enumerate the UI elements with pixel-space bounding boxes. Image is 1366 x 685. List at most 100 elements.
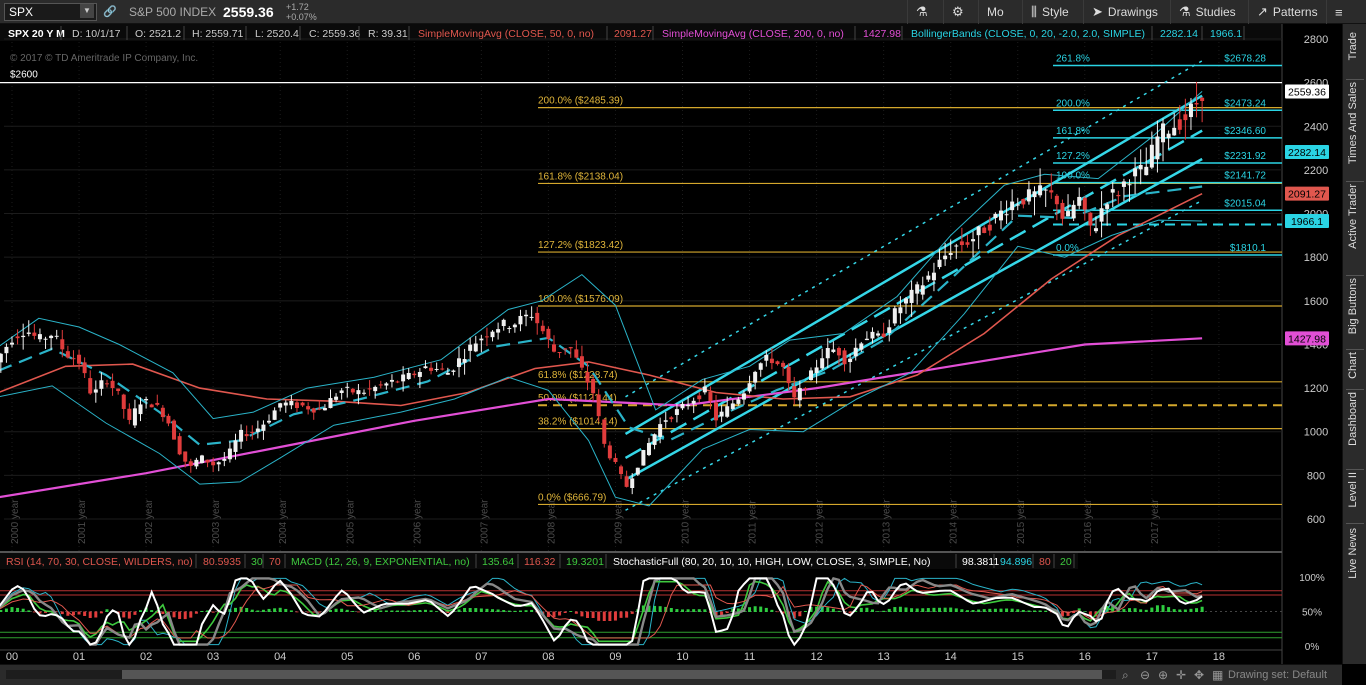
menu-button[interactable]: ≡ [1326, 0, 1343, 24]
macd-bar [105, 609, 109, 612]
symbol-dropdown-icon[interactable]: ▼ [80, 4, 94, 18]
macd-bar [1200, 606, 1204, 612]
sidebar-separator [1346, 389, 1364, 390]
scrollbar-thumb[interactable] [122, 670, 1102, 679]
bar-close: C: 2559.36 [309, 28, 361, 40]
candle-body [71, 358, 76, 360]
zoom-in-icon[interactable]: ⊕ [1158, 668, 1168, 682]
candle-body [1038, 185, 1043, 196]
candle-body [172, 420, 177, 440]
macd-bar [608, 611, 612, 621]
candle-body [574, 349, 579, 358]
x-tick-label: 03 [207, 651, 219, 663]
aggregation-button[interactable]: Mo [978, 0, 1022, 24]
candle-body [630, 478, 635, 488]
candle-body [267, 420, 272, 423]
y-tick-label: 1800 [1304, 252, 1328, 264]
candle-body [188, 461, 193, 466]
magnifier-icon[interactable]: ⌕ [1122, 668, 1129, 683]
candle-body [697, 395, 702, 400]
macd-bar [211, 611, 215, 613]
horizontal-scrollbar[interactable] [6, 670, 1116, 679]
macd-bar [284, 608, 288, 612]
candle-body [255, 428, 260, 432]
price-chart[interactable]: 1999 year2000 year2001 year2002 year2003… [0, 24, 1342, 664]
sidebar-tab-live-news[interactable]: Live News [1343, 528, 1366, 584]
drawings-button[interactable]: ➤ Drawings [1083, 0, 1170, 24]
zoom-out-icon[interactable]: ⊖ [1140, 668, 1150, 682]
x-tick-label: 16 [1079, 651, 1091, 663]
macd-bar [563, 611, 567, 613]
candle-body [758, 363, 763, 370]
candle-body [971, 239, 976, 242]
studies-button[interactable]: ⚗ Studies [1170, 0, 1248, 24]
macd-bar [703, 609, 707, 612]
candle-body [104, 383, 109, 385]
flask-button[interactable]: ⚗ [907, 0, 943, 24]
macd-bar [530, 609, 534, 612]
sma50-study-value: 2091.27 [614, 28, 652, 40]
macd-diff-value: 19.3201 [566, 556, 604, 568]
candle-body [88, 378, 93, 394]
macd-bar [77, 611, 81, 615]
candle-body [1172, 127, 1177, 136]
drawing-set-label[interactable]: Drawing set: Default [1228, 669, 1327, 681]
macd-bar [1139, 609, 1143, 612]
macd-bar [837, 610, 841, 612]
style-button[interactable]: ⫼ Style [1022, 0, 1083, 24]
sidebar-tab-level-ii[interactable]: Level II [1343, 472, 1366, 520]
macd-bar [580, 611, 584, 617]
sidebar-tab-dashboard[interactable]: Dashboard [1343, 392, 1366, 466]
candle-body [1054, 195, 1059, 205]
sidebar-tab-big-buttons[interactable]: Big Buttons [1343, 278, 1366, 346]
candle-body [166, 415, 171, 424]
candle-body [60, 339, 65, 350]
macd-bar [150, 610, 154, 612]
sidebar-tab-trade[interactable]: Trade [1343, 32, 1366, 76]
candle-body [239, 429, 244, 442]
sidebar-tab-times-and-sales[interactable]: Times And Sales [1343, 82, 1366, 178]
candle-body [356, 390, 361, 395]
sidebar-tab-chart[interactable]: Chart [1343, 352, 1366, 386]
price-change: +1.72 +0.07% [286, 2, 317, 22]
bollinger-upper-value: 2282.14 [1160, 28, 1198, 40]
macd-bar [954, 608, 958, 612]
candle-body [1116, 194, 1121, 197]
crosshair-icon[interactable]: ✛ [1176, 668, 1186, 682]
pan-icon[interactable]: ✥ [1194, 668, 1204, 682]
candle-body [183, 451, 188, 462]
macd-bar [591, 611, 595, 618]
link-icon[interactable]: 🔗 [103, 5, 117, 19]
settings-button[interactable]: ⚙ [943, 0, 978, 24]
candle-body [507, 328, 512, 330]
macd-bar [692, 609, 696, 612]
candle-body [1015, 204, 1020, 206]
macd-bar [418, 610, 422, 612]
year-label: 2016 year [1083, 499, 1094, 544]
macd-bar [384, 610, 388, 612]
candle-body [792, 386, 797, 398]
candle-body [876, 333, 881, 336]
fib-ext-price: $2346.60 [1224, 126, 1266, 137]
grid-icon[interactable]: ▦ [1212, 668, 1223, 682]
macd-bar [289, 610, 293, 612]
sidebar-tab-active-trader[interactable]: Active Trader [1343, 184, 1366, 272]
candle-body [116, 388, 121, 391]
fib-ext-label: 127.2% [1056, 151, 1090, 162]
bb-upper-bubble: 2282.14 [1288, 147, 1326, 159]
candle-body [769, 358, 774, 364]
price-level-label: $2600 [10, 70, 38, 81]
macd-bar [94, 611, 98, 618]
candle-body [619, 466, 624, 475]
candle-body [1177, 119, 1182, 130]
x-tick-label: 06 [408, 651, 420, 663]
candle-body [306, 406, 311, 410]
fib-level-label: 161.8% ($2138.04) [538, 171, 623, 182]
flask-icon: ⚗ [1179, 4, 1191, 19]
candle-body [1066, 211, 1071, 217]
candle-body [10, 342, 14, 345]
patterns-button[interactable]: ↗ Patterns [1248, 0, 1326, 24]
macd-bar [558, 611, 562, 616]
candle-body [853, 347, 858, 357]
candle-body [37, 334, 42, 340]
